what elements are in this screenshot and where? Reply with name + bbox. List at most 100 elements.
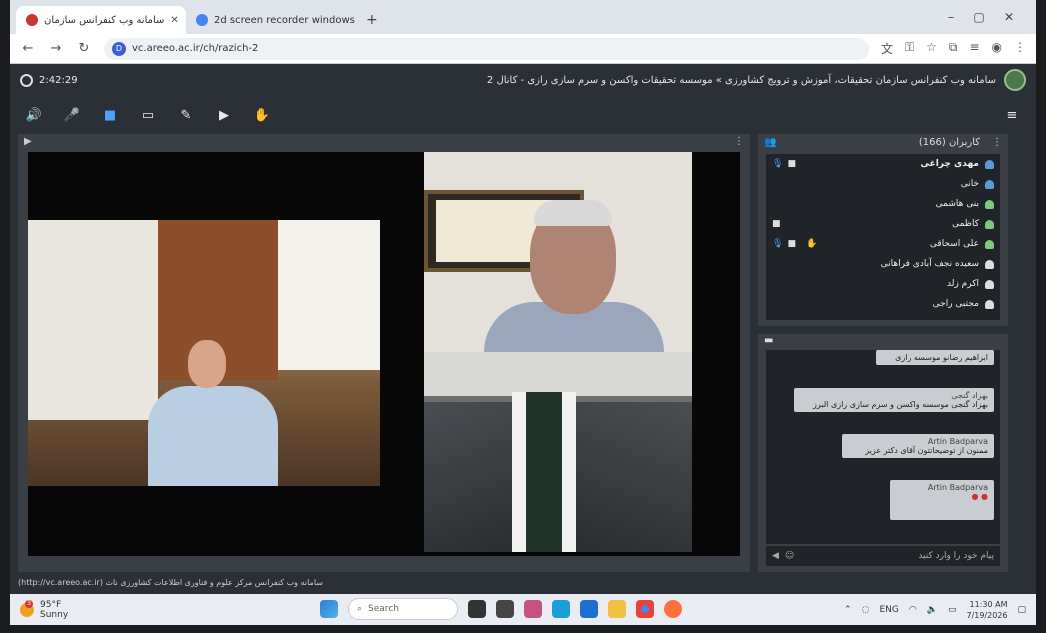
windows-start-icon[interactable] — [320, 600, 338, 618]
battery-icon[interactable]: ▭ — [948, 605, 957, 615]
person-head — [188, 340, 226, 388]
person-hair — [534, 200, 612, 226]
chat-message-author: Artin Badparva — [927, 483, 988, 492]
new-tab-button[interactable]: + — [356, 6, 388, 34]
video-panel-header: ▶ ⋮ — [18, 134, 750, 150]
screen-share-icon[interactable]: ▭ — [138, 108, 158, 123]
notifications-icon[interactable]: ▢ — [1017, 605, 1026, 615]
tab-close-icon[interactable]: ✕ — [170, 15, 178, 26]
clock-icon — [20, 73, 33, 87]
chat-message: Artin Badparva ● ● — [890, 480, 994, 520]
conference-table — [512, 392, 576, 552]
participants-header: 👥 کاربران (166) ⋮ — [758, 134, 1008, 150]
taskbar-apps: ⌕ Search — [320, 598, 682, 620]
hamburger-menu-icon[interactable]: ≡ — [1002, 108, 1022, 123]
key-icon[interactable]: ⚿ — [905, 40, 914, 57]
emoji-reaction-icon: ● ● — [971, 492, 988, 501]
participant-status: 🎙 ■ — [772, 239, 800, 249]
profile-icon[interactable]: ◉ — [992, 40, 1002, 57]
system-tray: ⌃ ◌ ENG ◠ 🔈 ▭ 11:30 AM 7/19/2026 ▢ — [844, 599, 1026, 621]
bookmark-star-icon[interactable]: ☆ — [926, 40, 937, 57]
raise-hand-icon[interactable]: ✋ — [252, 108, 272, 123]
tab-title: 2d screen recorder windows 1 — [214, 14, 356, 26]
media-icon[interactable]: ≡ — [969, 40, 979, 57]
chat-message-author: بهزاد گنجی — [951, 391, 988, 400]
participant-name: مجتبی راجی — [932, 299, 979, 309]
participant-camera-icon: ■ — [772, 219, 781, 229]
chat-placeholder: پیام خود را وارد کنید — [918, 551, 994, 561]
speaker-icon[interactable]: 🔊 — [24, 108, 44, 123]
close-window-button[interactable]: ✕ — [998, 6, 1020, 28]
video-options-icon[interactable]: ⋮ — [734, 136, 744, 148]
firefox-icon[interactable] — [664, 600, 682, 618]
conference-app: 2:42:29 سامانه وب کنفرانس سازمان تحقیقات… — [10, 64, 1036, 594]
chat-input[interactable]: ◀ ☺ پیام خود را وارد کنید — [766, 546, 1000, 566]
edge-icon[interactable] — [552, 600, 570, 618]
video-feed-speaker[interactable] — [28, 220, 380, 486]
browser-tabstrip: سامانه وب کنفرانس سازمان ✕ 2d screen rec… — [10, 0, 1036, 34]
brush-icon[interactable]: ✎ — [176, 108, 196, 123]
windows-taskbar: 3 95°F Sunny ⌕ Search ⌃ ◌ ENG ◠ 🔈 ▭ 11:3… — [10, 594, 1036, 625]
weather-temp: 95°F — [40, 599, 62, 610]
participant-row[interactable]: خانی — [766, 174, 1000, 194]
emoji-icon[interactable]: ☺ — [785, 551, 794, 561]
participant-row[interactable]: 🎙 ■ ✋ علی اسحاقی — [766, 234, 1000, 254]
task-view-icon[interactable] — [468, 600, 486, 618]
user-icon — [985, 299, 994, 309]
weather-widget[interactable]: 3 95°F Sunny — [20, 599, 180, 620]
store-icon[interactable] — [580, 600, 598, 618]
maximize-button[interactable]: ▢ — [968, 6, 990, 28]
taskbar-search[interactable]: ⌕ Search — [348, 598, 458, 620]
widgets-icon[interactable] — [496, 600, 514, 618]
send-icon[interactable]: ◀ — [772, 551, 779, 561]
microphone-icon[interactable]: 🎤 — [62, 108, 82, 123]
participant-status: 🎙 ■ — [772, 159, 800, 169]
participant-row[interactable]: مجتبی راجی — [766, 294, 1000, 314]
address-bar[interactable]: D vc.areeo.ac.ir/ch/razich-2 — [104, 37, 869, 60]
search-placeholder: Search — [368, 604, 399, 614]
person-body — [148, 386, 278, 486]
forward-icon[interactable]: → — [48, 41, 64, 56]
clock-widget[interactable]: 11:30 AM 7/19/2026 — [966, 599, 1007, 621]
minimize-button[interactable]: – — [940, 6, 962, 28]
participants-panel: 👥 کاربران (166) ⋮ 🎙 ■ مهدی چراغی خانی بنی ها… — [758, 134, 1008, 326]
search-icon: ⌕ — [357, 604, 363, 614]
browser-navbar: ← → ↻ D vc.areeo.ac.ir/ch/razich-2 文 ⚿ ☆… — [10, 34, 1036, 64]
camera-icon[interactable]: ■ — [100, 108, 120, 123]
volume-icon[interactable]: 🔈 — [927, 605, 938, 615]
play-icon[interactable]: ▶ — [214, 108, 234, 123]
app-footer: (http://vc.areeo.ac.ir) سامانه وب کنفران… — [18, 578, 323, 587]
office-wall — [28, 220, 158, 420]
file-explorer-icon[interactable] — [608, 600, 626, 618]
tab-title: سامانه وب کنفرانس سازمان — [44, 14, 165, 26]
chat-messages: ابراهیم رضانو موسسه رازی بهزاد گنجی بهزا… — [766, 350, 1000, 544]
chat-message-text: ممنون از توضیحاتتون آقای دکتر عزیز — [865, 446, 988, 455]
extensions-icon[interactable]: ⧉ — [949, 40, 958, 57]
participant-row[interactable]: بنی هاشمی — [766, 194, 1000, 214]
language-indicator[interactable]: ENG — [879, 605, 898, 615]
participant-row[interactable]: سعیده نجف آبادی فراهانی — [766, 254, 1000, 274]
session-clock: 2:42:29 — [39, 74, 78, 86]
chat-icon: ▬ — [764, 335, 774, 346]
participant-name: خانی — [960, 179, 979, 189]
video-feed-guest[interactable] — [424, 152, 692, 352]
room-ceiling — [424, 352, 692, 396]
tab-conference[interactable]: سامانه وب کنفرانس سازمان ✕ — [16, 6, 186, 34]
back-icon[interactable]: ← — [20, 41, 36, 56]
network-icon[interactable]: ◌ — [862, 605, 870, 615]
taskbar-time: 11:30 AM — [969, 599, 1008, 609]
site-info-icon[interactable]: D — [112, 41, 126, 56]
chevron-up-icon[interactable]: ⌃ — [844, 605, 852, 615]
tab-google[interactable]: 2d screen recorder windows 1 ✕ — [186, 6, 356, 34]
wifi-icon[interactable]: ◠ — [909, 605, 917, 615]
participant-row[interactable]: اکرم زلد — [766, 274, 1000, 294]
more-menu-icon[interactable]: ⋮ — [1014, 40, 1026, 57]
photos-icon[interactable] — [524, 600, 542, 618]
participants-options-icon[interactable]: ⋮ — [992, 137, 1002, 148]
translate-icon[interactable]: 文 — [881, 40, 893, 57]
reload-icon[interactable]: ↻ — [76, 41, 92, 56]
video-feed-meeting-room[interactable] — [424, 352, 692, 552]
chrome-icon[interactable] — [636, 600, 654, 618]
participant-row[interactable]: ■ کاظمی — [766, 214, 1000, 234]
participant-row[interactable]: 🎙 ■ مهدی چراغی — [766, 154, 1000, 174]
